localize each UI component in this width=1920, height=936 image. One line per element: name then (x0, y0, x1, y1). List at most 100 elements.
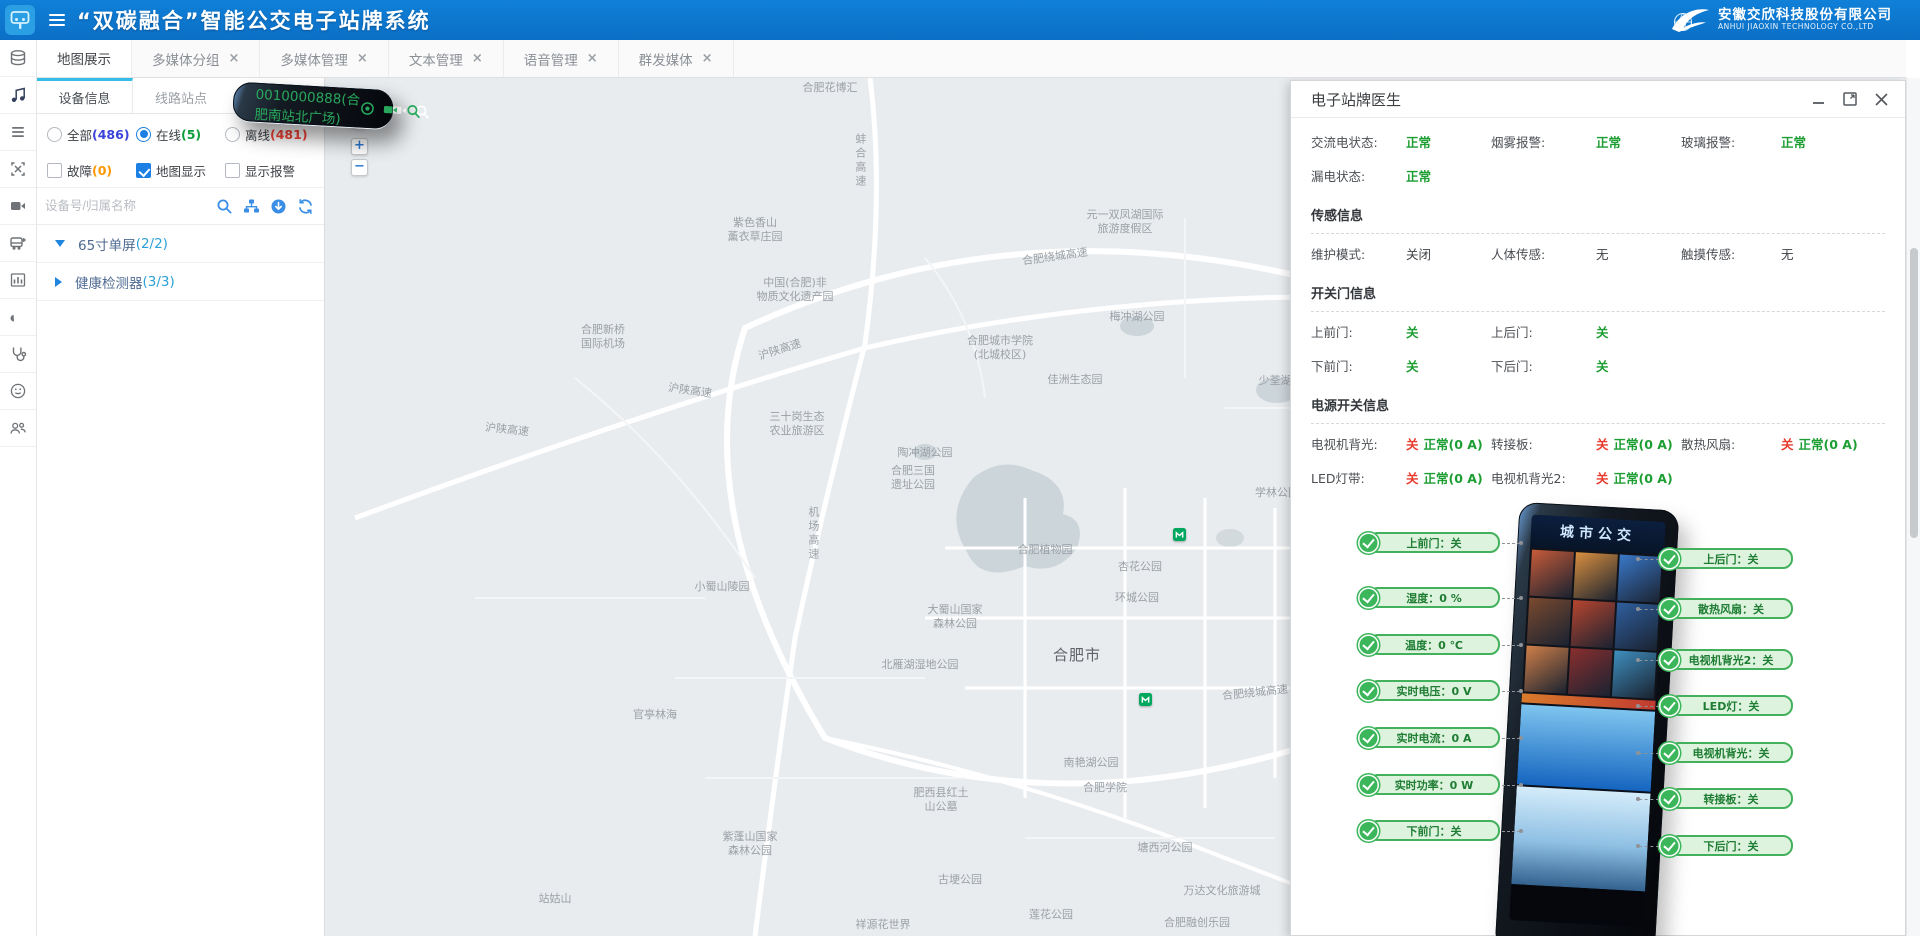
page-scrollbar[interactable] (1906, 78, 1920, 936)
pill-label: 实时电压：0 V (1397, 683, 1472, 699)
camera-icon[interactable] (382, 102, 398, 118)
metro-station-marker[interactable] (1173, 528, 1186, 541)
tab-close-icon[interactable]: × (229, 51, 240, 66)
stethoscope-icon[interactable] (0, 336, 36, 373)
check-circle-icon (1659, 649, 1680, 670)
device-diagram: 城市公交 上前门：关湿度：0 %温度：0 ℃实时电压：0 V实时电流：0 A实时… (1311, 498, 1885, 936)
chevron-right-icon[interactable] (55, 277, 62, 287)
radio-icon[interactable] (47, 127, 62, 142)
pill-label: 电视机背光：关 (1693, 745, 1770, 761)
check-circle-icon (1659, 695, 1680, 716)
search-device-icon[interactable] (405, 103, 421, 119)
app-root: “双碳融合”智能公交电子站牌系统 安徽交欣科技股份有限公司 ANHUI JIAO… (0, 0, 1920, 936)
app-logo-icon (5, 5, 35, 35)
device-media-image-1 (1517, 704, 1655, 791)
connector-line (1502, 645, 1520, 646)
check-circle-icon (1358, 587, 1379, 608)
checkbox-icon[interactable] (47, 163, 62, 178)
checkbox-filter[interactable]: 地图显示 (136, 161, 225, 180)
status-pill: 下后门：关 (1669, 835, 1793, 856)
checkbox-filter[interactable]: 故障(0) (47, 161, 136, 180)
status-pill: 实时电流：0 A (1368, 727, 1500, 748)
menu-icon[interactable] (0, 114, 36, 151)
search-icon[interactable] (216, 198, 233, 215)
video-camera-icon[interactable] (0, 188, 36, 225)
status-value-part: 无 (1781, 244, 1794, 263)
checkbox-icon[interactable] (136, 163, 151, 178)
status-value: 关 (1596, 356, 1681, 375)
tree-group-row[interactable]: 65寸单屏(2/2) (37, 225, 324, 263)
check-circle-icon (1358, 820, 1379, 841)
tab-item[interactable]: 多媒体分组× (132, 40, 260, 77)
music-icon[interactable] (0, 77, 36, 114)
doctor-panel-header: 电子站牌医生 (1291, 81, 1905, 118)
refresh-icon[interactable] (297, 198, 314, 215)
radio-icon[interactable] (225, 127, 240, 142)
tab-close-icon[interactable]: × (472, 51, 483, 66)
metro-station-marker[interactable] (1139, 693, 1152, 706)
status-value-part: 关 (1406, 322, 1419, 341)
maximize-icon[interactable] (1842, 91, 1858, 107)
device-search-input[interactable] (45, 199, 210, 213)
status-pill: 上后门：关 (1669, 548, 1793, 569)
smiley-icon[interactable] (0, 373, 36, 410)
tab-item[interactable]: 语音管理× (504, 40, 619, 77)
panel-tab[interactable]: 设备信息 (37, 78, 133, 113)
bus-add-icon[interactable] (0, 225, 36, 262)
connector-line (1502, 738, 1520, 739)
menu-toggle-icon[interactable] (49, 14, 65, 26)
tab-item[interactable]: 文本管理× (389, 40, 504, 77)
radio-label: 全部 (67, 125, 92, 144)
page-scrollbar-thumb[interactable] (1910, 248, 1918, 538)
status-pill: 散热风扇：关 (1669, 598, 1793, 619)
section-divider (1311, 423, 1885, 424)
checkbox-count: (0) (92, 163, 112, 178)
team-icon[interactable] (0, 410, 36, 447)
status-value-part: 关 (1406, 356, 1419, 375)
tab-close-icon[interactable]: × (702, 51, 713, 66)
checkbox-filter[interactable]: 显示报警 (225, 161, 314, 180)
connector-line (1639, 660, 1659, 661)
status-pill: 温度：0 ℃ (1368, 634, 1500, 655)
radio-filter[interactable]: 离线(481) (225, 125, 314, 144)
status-label: 上后门: (1491, 322, 1596, 341)
chevron-down-icon[interactable] (55, 240, 65, 247)
bar-chart-icon[interactable] (0, 262, 36, 299)
connector-line (1639, 846, 1659, 847)
locate-icon[interactable] (359, 101, 375, 117)
sitemap-icon[interactable] (243, 198, 260, 215)
tab-item[interactable]: 多媒体管理 × (260, 40, 388, 77)
connector-line (1502, 598, 1520, 599)
pill-label: 实时电流：0 A (1397, 730, 1472, 746)
tab-item[interactable]: 群发媒体× (619, 40, 734, 77)
database-icon[interactable] (0, 40, 36, 77)
download-icon[interactable] (270, 198, 287, 215)
tab-close-icon[interactable]: × (357, 51, 368, 66)
close-icon[interactable] (1874, 92, 1889, 107)
map-zoom-in-button[interactable]: + (351, 138, 368, 155)
pill-label: 实时功率：0 W (1395, 777, 1474, 793)
collage-cell (1573, 552, 1618, 600)
radio-filter[interactable]: 在线(5) (136, 125, 225, 144)
app-header: “双碳融合”智能公交电子站牌系统 安徽交欣科技股份有限公司 ANHUI JIAO… (0, 0, 1920, 40)
close-box-icon[interactable] (0, 151, 36, 188)
tab-close-icon[interactable]: × (587, 51, 598, 66)
checkbox-icon[interactable] (225, 163, 240, 178)
section-divider (1311, 233, 1885, 234)
tree-group-row[interactable]: 健康检测器(3/3) (37, 263, 324, 301)
pill-label: 上前门：关 (1407, 535, 1462, 551)
cloud-upload-icon[interactable] (0, 299, 36, 336)
doctor-panel-body: 交流电状态:正常烟雾报警:正常玻璃报警:正常漏电状态:正常传感信息维护模式:关闭… (1291, 118, 1905, 936)
tab-label: 多媒体管理 (280, 49, 348, 69)
radio-icon[interactable] (136, 127, 151, 142)
panel-tab-label: 设备信息 (58, 88, 110, 107)
radio-filter[interactable]: 全部(486) (47, 125, 136, 144)
minimize-icon[interactable] (1811, 92, 1826, 107)
status-value-part: 关 (1781, 434, 1794, 453)
panel-tab[interactable]: 线路站点 (133, 78, 229, 113)
tab-item[interactable]: 地图展示 (37, 40, 132, 77)
status-value: 关正常(0 A) (1406, 468, 1491, 487)
status-row: 漏电状态:正常 (1311, 158, 1885, 192)
status-pill: 下前门：关 (1368, 820, 1500, 841)
map-zoom-out-button[interactable]: − (351, 159, 368, 176)
